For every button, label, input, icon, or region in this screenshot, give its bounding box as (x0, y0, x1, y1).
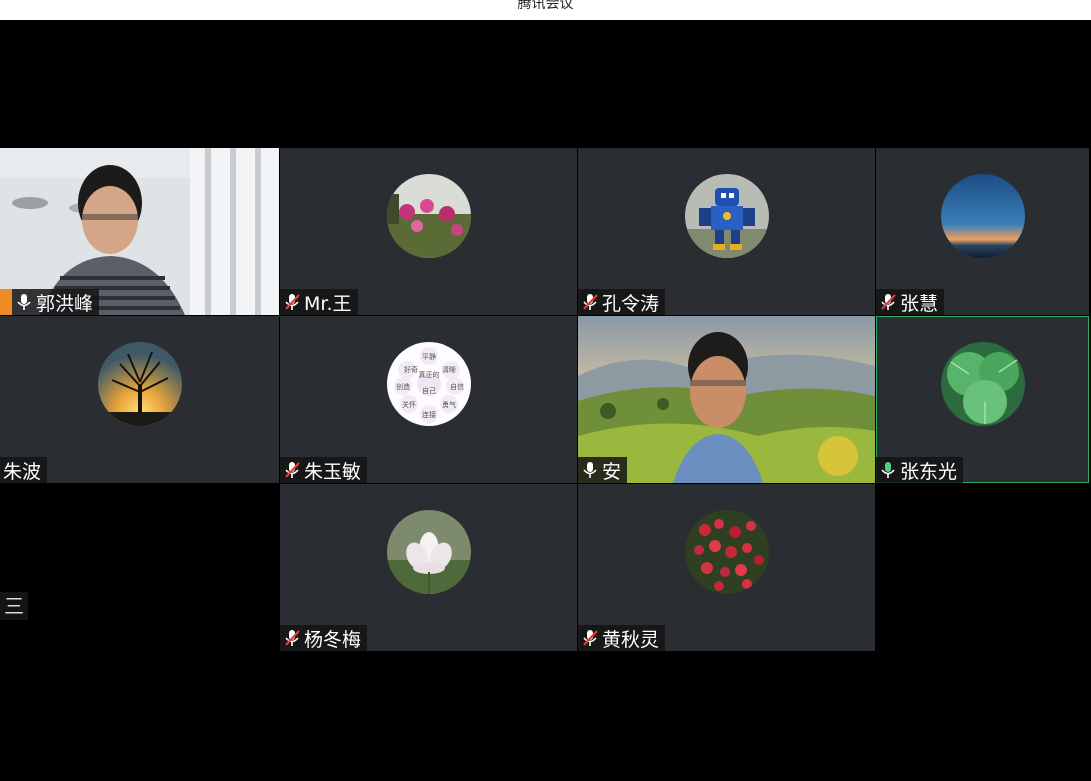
participant-tile-4[interactable]: 张慧 (876, 148, 1089, 315)
mic-on-icon[interactable] (15, 292, 33, 312)
participant-tile-2[interactable]: Mr.王 (280, 148, 577, 315)
avatar-word: 连接 (422, 410, 436, 419)
words-circle-avatar: 好奇 平静 清晰 创造 真正的 自信 自己 关怀 勇气 连接 (386, 342, 471, 426)
mic-muted-icon[interactable] (283, 292, 301, 312)
lotus-avatar (386, 510, 471, 594)
mic-muted-icon[interactable] (581, 292, 599, 312)
participant-nametag: 张东光 (876, 457, 964, 483)
participant-nametag: 朱玉敏 (280, 457, 368, 483)
participant-tile-10[interactable]: 黄秋灵 (578, 484, 875, 651)
mic-muted-icon[interactable] (581, 628, 599, 648)
avatar-word: 清晰 (442, 365, 456, 374)
participant-name: 张东光 (900, 460, 958, 483)
video-grid: 郭洪峰 Mr.王 孔令涛 张慧 朱波 好奇 平静 清晰 创造 真正的 自信 自己… (0, 20, 1091, 781)
participant-name: 黄秋灵 (602, 628, 660, 651)
participant-name: 杨冬梅 (304, 628, 362, 651)
participant-tile-1[interactable]: 郭洪峰 (0, 148, 279, 315)
participant-name: 安 (602, 460, 622, 483)
empty-tile (0, 484, 279, 651)
participant-nametag: 黄秋灵 (578, 625, 666, 651)
participant-nametag: 安 (578, 457, 628, 483)
participant-nametag: 朱波 (0, 457, 48, 483)
participant-name: 孔令涛 (602, 292, 660, 315)
host-badge (0, 289, 12, 315)
participant-tile-5[interactable]: 朱波 (0, 316, 279, 483)
avatar-word: 自信 (450, 382, 464, 391)
participant-nametag: 孔令涛 (578, 289, 666, 315)
tree-sunset-avatar (97, 342, 182, 426)
participant-nametag: 杨冬梅 (280, 625, 368, 651)
red-berries-avatar (684, 510, 769, 594)
avatar-word: 好奇 (404, 365, 418, 374)
participant-tile-6[interactable]: 好奇 平静 清晰 创造 真正的 自信 自己 关怀 勇气 连接 朱玉敏 (280, 316, 577, 483)
avatar-word: 创造 (396, 382, 410, 391)
flower-garden-avatar (386, 174, 471, 258)
avatar-word: 平静 (422, 352, 436, 361)
participant-tile-3[interactable]: 孔令涛 (578, 148, 875, 315)
window-title: 腾讯会议 (517, 0, 574, 12)
participant-tile-7[interactable]: 安 (578, 316, 875, 483)
participant-name: 郭洪峰 (36, 292, 94, 315)
avatar-word: 自己 (422, 386, 436, 395)
participant-name: 朱玉敏 (304, 460, 362, 483)
participant-name: 张慧 (900, 292, 939, 315)
window-close-button[interactable] (1051, 0, 1091, 20)
avatar-word: 真正的 (418, 370, 439, 379)
participant-nametag: 郭洪峰 (12, 289, 100, 315)
side-menu-toggle[interactable]: 三 (0, 592, 28, 620)
robot-toy-avatar (684, 174, 769, 258)
empty-tile (876, 484, 1089, 651)
mic-muted-icon[interactable] (283, 628, 301, 648)
mic-active-icon[interactable] (879, 460, 897, 480)
mic-muted-icon[interactable] (879, 292, 897, 312)
participant-nametag: 张慧 (876, 289, 945, 315)
participant-tile-9[interactable]: 杨冬梅 (280, 484, 577, 651)
green-leaf-avatar (940, 342, 1025, 426)
participant-nametag: Mr.王 (280, 289, 358, 315)
participant-tile-8[interactable]: 张东光 (876, 316, 1089, 483)
window-titlebar: 腾讯会议 (0, 0, 1091, 20)
participant-name: Mr.王 (304, 292, 352, 315)
night-sky-avatar (940, 174, 1025, 258)
mic-on-icon[interactable] (581, 460, 599, 480)
avatar-word: 关怀 (402, 400, 416, 409)
avatar-word: 勇气 (442, 400, 456, 409)
participant-name: 朱波 (3, 460, 42, 483)
mic-muted-icon[interactable] (283, 460, 301, 480)
